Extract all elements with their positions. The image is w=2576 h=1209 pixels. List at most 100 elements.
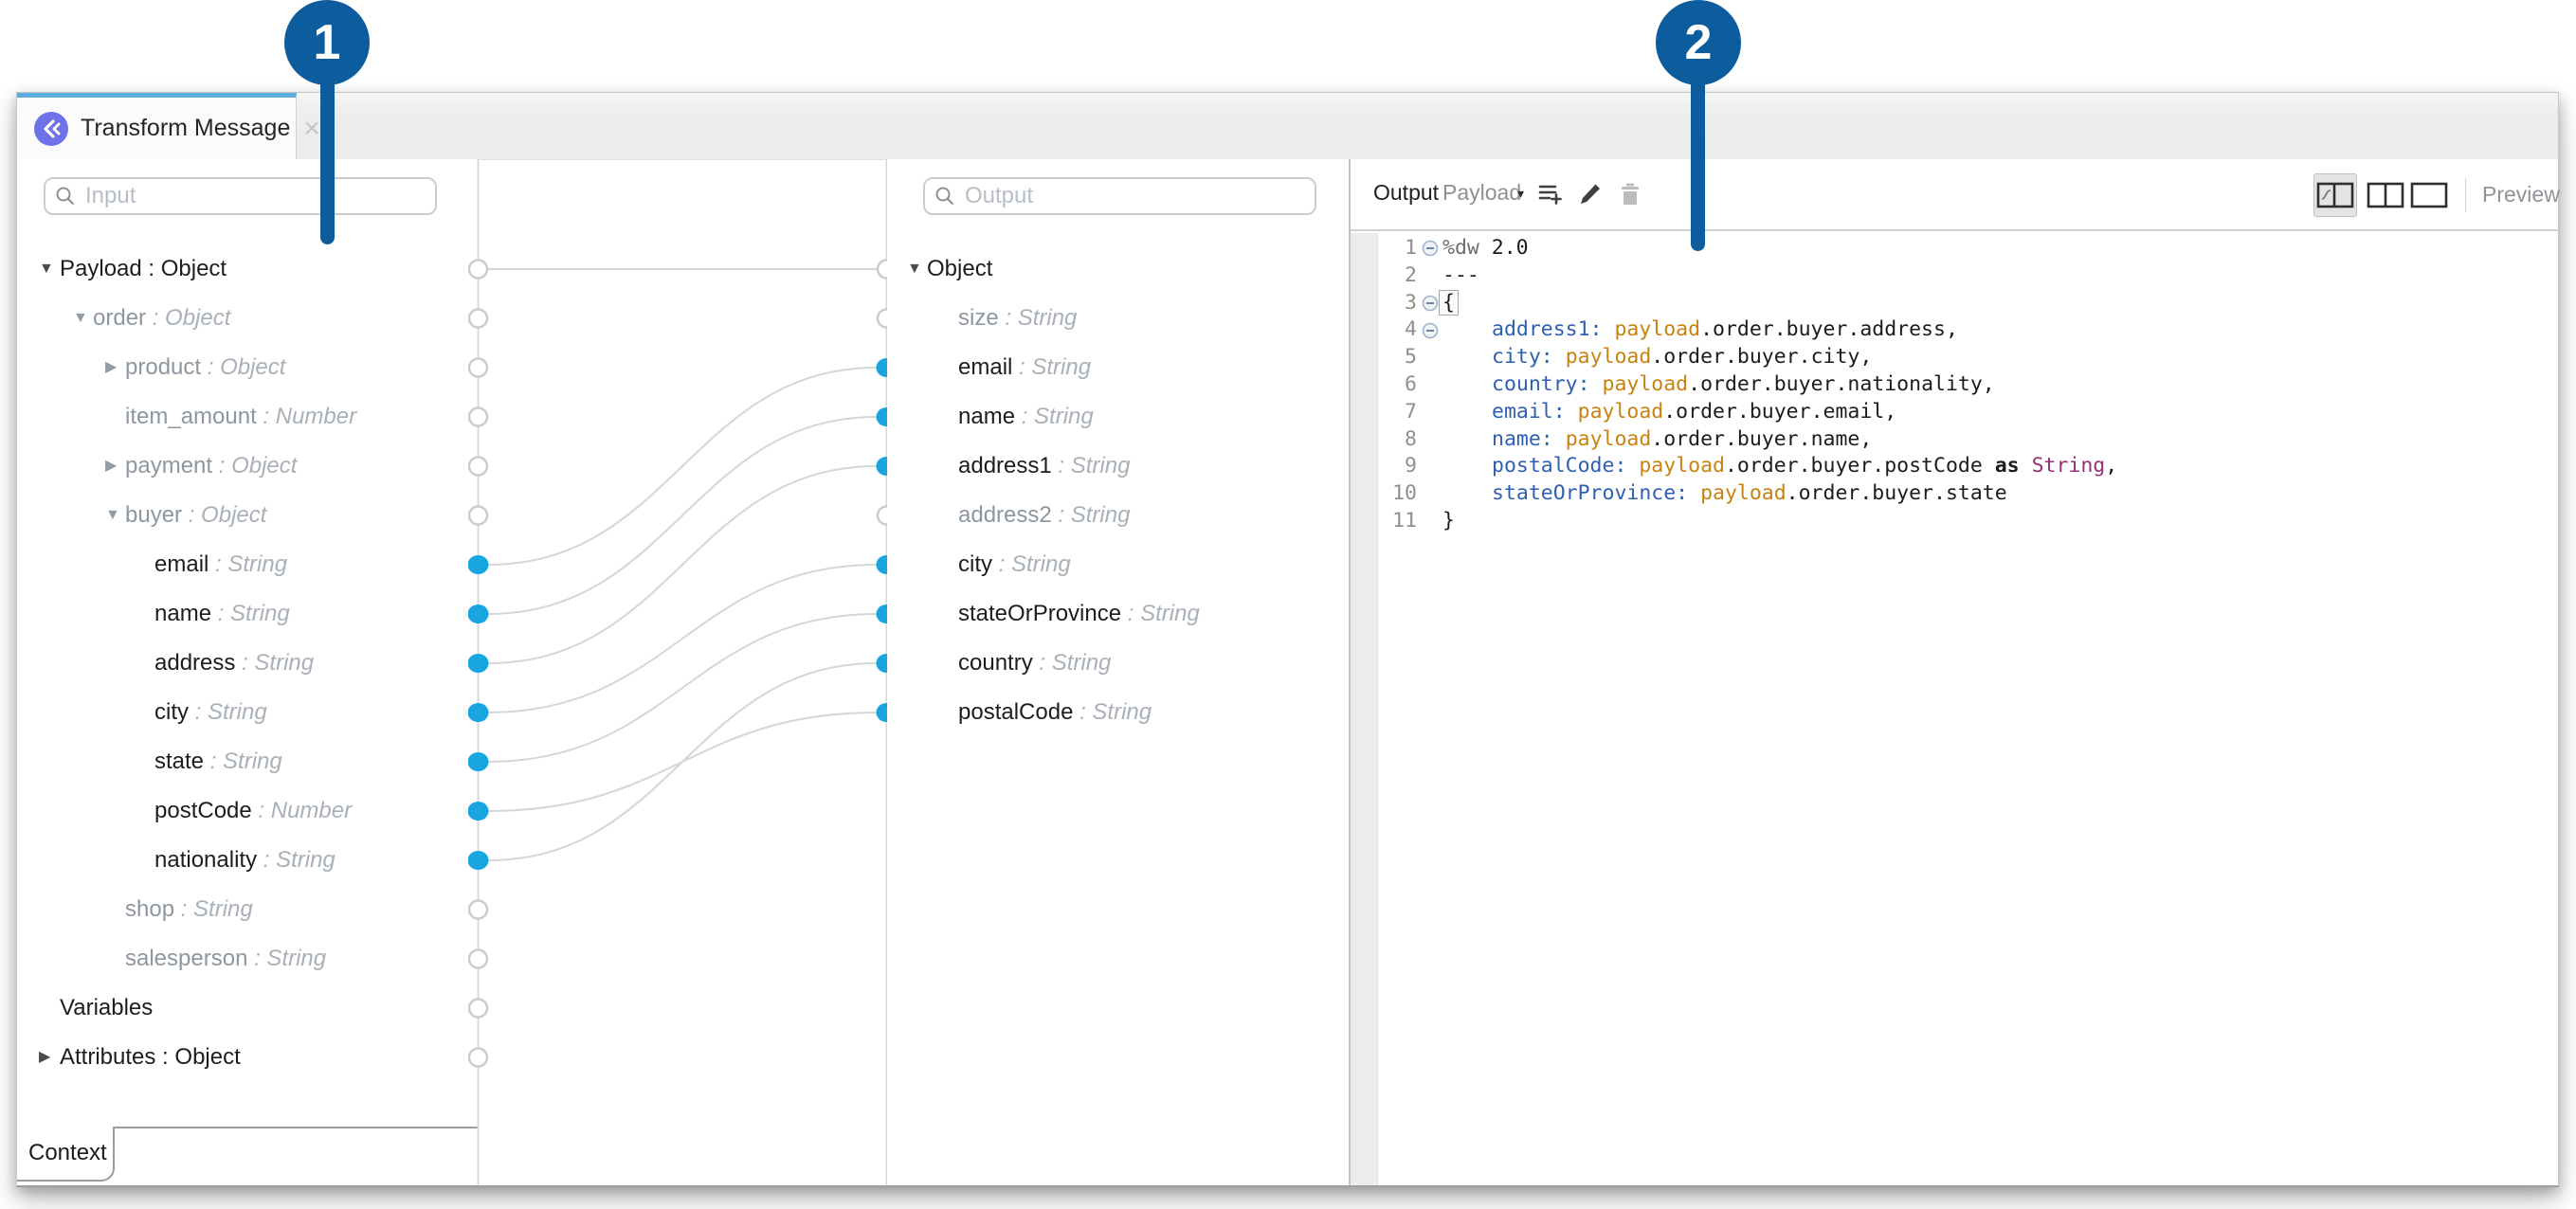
code-line-6[interactable]: 6country: payload.order.buyer.nationalit… — [1377, 371, 2558, 399]
output-search-field[interactable] — [963, 182, 1305, 210]
output-row-city[interactable]: city : String — [887, 540, 1071, 589]
input-row-item_amount[interactable]: item_amount : Number — [17, 392, 356, 442]
input-item_amount-port[interactable] — [469, 408, 487, 426]
expand-arrow-icon[interactable]: ▶ — [39, 1033, 50, 1082]
input-row-variables[interactable]: Variables — [17, 983, 153, 1033]
code-line-7[interactable]: 7email: payload.order.buyer.email, — [1377, 399, 2558, 426]
output-row-size[interactable]: size : String — [887, 294, 1077, 343]
chevron-down-icon[interactable]: ▾ — [1517, 186, 1524, 202]
view-toggle-two-columns[interactable] — [2367, 182, 2404, 213]
input-search-field[interactable] — [83, 182, 426, 210]
field-name: Attributes — [60, 1044, 155, 1070]
input-row-name[interactable]: name : String — [17, 589, 290, 639]
code-line-2[interactable]: 2--- — [1377, 262, 2558, 290]
output-row-name[interactable]: name : String — [887, 392, 1094, 442]
collapse-arrow-icon[interactable]: ▼ — [105, 491, 120, 540]
collapse-arrow-icon[interactable]: ▼ — [907, 244, 922, 294]
tab-close-icon[interactable]: × — [303, 115, 320, 143]
input-row-postcode[interactable]: postCode : Number — [17, 786, 352, 836]
field-name: country — [958, 650, 1033, 676]
input-row-email[interactable]: email : String — [17, 540, 287, 589]
collapse-arrow-icon[interactable]: ▼ — [73, 294, 88, 343]
input-state-mapped-port[interactable] — [468, 752, 489, 771]
input-row-payload[interactable]: ▼Payload : Object — [17, 244, 227, 294]
fold-collapse-icon[interactable] — [1417, 240, 1442, 257]
add-target-icon[interactable] — [1536, 180, 1565, 208]
code-line-5[interactable]: 5city: payload.order.buyer.city, — [1377, 344, 2558, 371]
tab-transform-message[interactable]: Transform Message × — [17, 93, 297, 159]
dataweave-code[interactable]: 1%dw 2.02---3{4address1: payload.order.b… — [1377, 235, 2558, 535]
field-type: : String — [211, 601, 290, 626]
expand-arrow-icon[interactable]: ▶ — [105, 343, 117, 392]
code-line-8[interactable]: 8name: payload.order.buyer.name, — [1377, 426, 2558, 454]
two-column-view-icon — [2367, 182, 2404, 208]
input-name-mapped-port[interactable] — [468, 604, 489, 623]
code-line-10[interactable]: 10stateOrProvince: payload.order.buyer.s… — [1377, 480, 2558, 508]
single-view-icon — [2410, 182, 2448, 208]
field-name: postalCode — [958, 699, 1073, 725]
input-order-port[interactable] — [469, 310, 487, 328]
field-type: : String — [1033, 650, 1112, 676]
code-line-11[interactable]: 11} — [1377, 508, 2558, 535]
input-payment-port[interactable] — [469, 458, 487, 476]
input-row-buyer[interactable]: ▼buyer : Object — [17, 491, 266, 540]
edit-pencil-icon[interactable] — [1576, 180, 1605, 208]
collapse-arrow-icon[interactable]: ▼ — [39, 244, 54, 294]
input-postcode-mapped-port[interactable] — [468, 802, 489, 821]
input-row-shop[interactable]: shop : String — [17, 885, 253, 934]
input-row-state[interactable]: state : String — [17, 737, 282, 786]
code-line-1[interactable]: 1%dw 2.0 — [1377, 235, 2558, 262]
input-product-port[interactable] — [469, 359, 487, 377]
field-name: Object — [927, 256, 992, 281]
view-toggle-single[interactable] — [2410, 182, 2448, 213]
field-type: : String — [1052, 502, 1131, 528]
delete-trash-icon[interactable] — [1616, 180, 1644, 208]
input-city-mapped-port[interactable] — [468, 703, 489, 722]
input-address-mapped-port[interactable] — [468, 654, 489, 673]
input-row-attributes[interactable]: ▶Attributes : Object — [17, 1033, 241, 1082]
input-salesperson-port[interactable] — [469, 950, 487, 968]
expand-arrow-icon[interactable]: ▶ — [105, 442, 117, 491]
input-row-payment[interactable]: ▶payment : Object — [17, 442, 297, 491]
code-line-4[interactable]: 4address1: payload.order.buyer.address, — [1377, 316, 2558, 344]
field-name: buyer — [125, 502, 182, 528]
field-name: state — [154, 749, 204, 774]
input-attributes-port[interactable] — [469, 1049, 487, 1067]
input-row-product[interactable]: ▶product : Object — [17, 343, 285, 392]
code-line-3[interactable]: 3{ — [1377, 290, 2558, 317]
output-row-postalcode[interactable]: postalCode : String — [887, 688, 1152, 737]
input-row-city[interactable]: city : String — [17, 688, 267, 737]
input-email-mapped-port[interactable] — [468, 555, 489, 574]
input-row-address[interactable]: address : String — [17, 639, 314, 688]
field-type: : String — [1052, 453, 1131, 478]
field-name: shop — [125, 896, 174, 922]
fold-collapse-icon[interactable] — [1417, 322, 1442, 339]
code-text: --- — [1442, 262, 1479, 290]
output-row-country[interactable]: country : String — [887, 639, 1111, 688]
input-row-nationality[interactable]: nationality : String — [17, 836, 336, 885]
input-row-order[interactable]: ▼order : Object — [17, 294, 230, 343]
preview-button[interactable]: Preview — [2482, 182, 2560, 208]
output-row-stateorprovince[interactable]: stateOrProvince : String — [887, 589, 1200, 639]
view-toggle-graphical-code[interactable] — [2313, 173, 2357, 217]
input-nationality-mapped-port[interactable] — [468, 851, 489, 870]
field-name: order — [93, 305, 146, 331]
input-buyer-port[interactable] — [469, 507, 487, 525]
output-row-address2[interactable]: address2 : String — [887, 491, 1130, 540]
output-row-object[interactable]: ▼Object — [887, 244, 992, 294]
output-search[interactable] — [923, 177, 1316, 215]
input-variables-port[interactable] — [469, 1000, 487, 1018]
field-type: : Object — [201, 354, 285, 380]
mapping-line-nationality-to-country — [488, 663, 878, 860]
output-row-address1[interactable]: address1 : String — [887, 442, 1130, 491]
input-payload-port[interactable] — [469, 261, 487, 279]
code-line-9[interactable]: 9postalCode: payload.order.buyer.postCod… — [1377, 453, 2558, 480]
output-row-email[interactable]: email : String — [887, 343, 1091, 392]
input-shop-port[interactable] — [469, 901, 487, 919]
tab-context[interactable]: Context — [17, 1127, 115, 1182]
input-row-salesperson[interactable]: salesperson : String — [17, 934, 326, 983]
field-name: address — [154, 650, 235, 676]
input-search[interactable] — [44, 177, 437, 215]
target-dropdown[interactable]: Payload — [1442, 180, 1521, 206]
header-divider — [2465, 178, 2466, 212]
